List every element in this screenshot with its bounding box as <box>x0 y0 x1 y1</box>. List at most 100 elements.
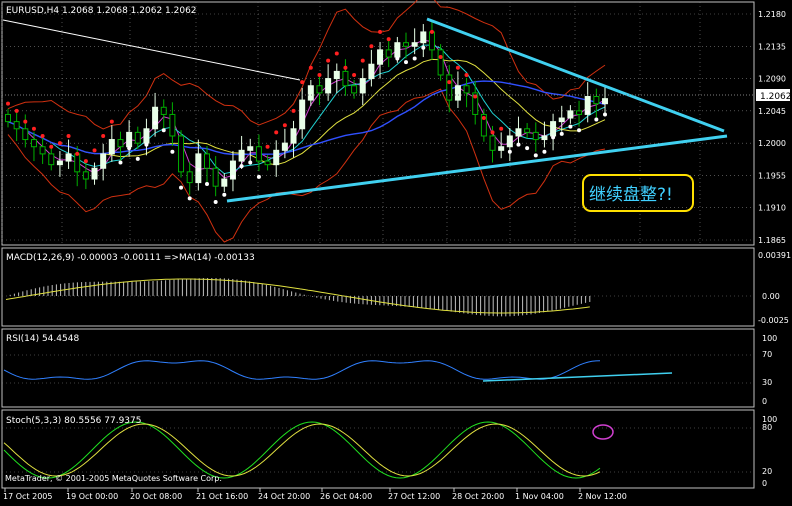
rsi-pane-frame <box>1 328 755 408</box>
triangle-upper-line[interactable] <box>426 17 725 133</box>
candle-body <box>351 85 358 94</box>
sar-dot-down <box>386 37 391 42</box>
sar-dot-up <box>153 121 158 126</box>
sar-dot-up <box>542 149 547 154</box>
candle-body <box>290 128 297 144</box>
macd-histogram <box>2 277 754 317</box>
sar-dot-up <box>248 160 253 165</box>
time-tick-label: 19 Oct 00:00 <box>66 492 118 501</box>
sar-dot-down <box>274 130 279 135</box>
time-tick-label: 2 Nov 12:00 <box>578 492 627 501</box>
sar-dot-down <box>101 133 106 138</box>
price-tick-label: 1.2090 <box>758 75 786 84</box>
ma-long <box>7 80 606 156</box>
candle-body <box>212 167 219 187</box>
candle-body <box>342 70 349 87</box>
candle-body <box>65 153 72 162</box>
sar-dot-up <box>205 182 209 187</box>
sar-dot-down <box>31 126 36 131</box>
candle-body <box>204 153 210 169</box>
sar-dot-down <box>109 119 114 124</box>
candle-body <box>506 135 513 148</box>
candle-body <box>515 128 522 137</box>
candle-body <box>316 85 323 94</box>
candle-body <box>169 113 176 137</box>
candle-body <box>567 110 574 119</box>
current-price-label: 1.2062 <box>760 92 792 102</box>
sar-dot-up <box>395 56 400 61</box>
candle-body <box>377 49 384 65</box>
sar-dot-up <box>118 160 123 165</box>
stoch-ytick-20: 20 <box>762 467 772 476</box>
sar-dot-down <box>499 126 504 131</box>
sar-dot-up <box>412 56 417 61</box>
candle-body <box>489 135 496 151</box>
sar-dot-down <box>92 148 97 153</box>
sar-dot-down <box>490 130 495 135</box>
candle-body <box>178 135 185 173</box>
chart-canvas[interactable]: 1.2062 EURUSD,H4 1.2068 1.2068 1.2062 1.… <box>0 0 792 502</box>
sar-dot-up <box>161 128 166 133</box>
price-tick-label: 1.2045 <box>758 107 786 116</box>
annotation-text: 继续盘整?! <box>589 185 673 205</box>
sar-dot-up <box>196 167 201 172</box>
candle-body <box>541 135 548 141</box>
sar-dot-up <box>507 149 512 154</box>
sar-dot-down <box>291 108 296 113</box>
candle-body <box>524 128 531 133</box>
candle-body <box>247 146 254 151</box>
price-tick-label: 1.2180 <box>758 10 786 19</box>
sar-dot-down <box>326 58 331 63</box>
candle-body <box>273 149 280 166</box>
price-tick-label: 1.1865 <box>758 236 786 245</box>
sar-dot-down <box>265 144 270 149</box>
sar-dot-up <box>577 128 582 133</box>
candle-body <box>602 98 608 105</box>
sar-dot-up <box>421 45 426 50</box>
sar-dot-up <box>187 196 192 201</box>
candle-body <box>100 153 107 169</box>
candle-body <box>593 96 600 105</box>
candle-body <box>91 167 98 180</box>
sar-dot-down <box>75 151 80 156</box>
rsi-pane-title: RSI(14) 54.4548 <box>6 334 79 344</box>
sar-dot-down <box>369 44 374 49</box>
sar-dot-down <box>481 116 486 121</box>
stoch-highlight-circle <box>592 424 614 440</box>
sar-dot-up <box>568 124 573 129</box>
main-price-axis: 1.2180 1.2135 1.2090 1.2045 1.2000 1.1955 1.19… <box>758 10 786 245</box>
sar-dot-down <box>83 159 88 164</box>
candle-body <box>446 74 453 101</box>
stoch-d-line <box>3 423 601 477</box>
main-pane-title: EURUSD,H4 1.2068 1.2068 1.2062 1.2062 <box>6 6 197 16</box>
price-tick-label: 1.1955 <box>758 171 786 180</box>
candle-body <box>498 146 505 151</box>
time-tick-label: 28 Oct 20:00 <box>452 492 504 501</box>
candle-body <box>117 139 124 148</box>
candle-body <box>299 99 306 130</box>
candle-body <box>22 128 29 141</box>
candle-body <box>368 63 375 80</box>
candle-body <box>307 85 314 101</box>
candle-body <box>532 131 539 141</box>
sar-dot-down <box>66 133 71 138</box>
macd-ytick-bottom: -0.0025 <box>758 316 789 325</box>
sar-dot-down <box>378 29 383 34</box>
sar-dot-up <box>594 117 599 122</box>
sar-dot-up <box>525 146 530 151</box>
candle-body <box>160 106 167 115</box>
sar-dot-up <box>230 174 235 179</box>
candle-body <box>5 113 11 123</box>
sar-dot-up <box>127 146 132 151</box>
candle-body <box>411 42 418 47</box>
candle-body <box>281 142 288 151</box>
time-axis: 17 Oct 2005 19 Oct 00:00 20 Oct 08:00 21 Oc… <box>3 488 627 501</box>
macd-ytick-zero: 0.00 <box>762 292 780 301</box>
sar-dot-up <box>559 131 564 136</box>
grid-lines <box>1 2 754 245</box>
candle-body <box>463 85 470 94</box>
sar-dot-down <box>282 123 287 128</box>
sar-dot-up <box>603 112 607 117</box>
sar-dot-up <box>144 142 149 147</box>
bollinger-upper <box>7 0 606 130</box>
